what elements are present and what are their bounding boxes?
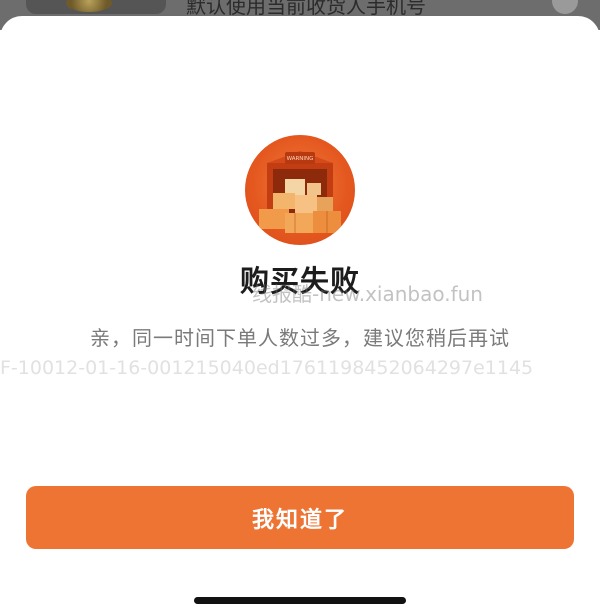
confirm-button[interactable]: 我知道了 — [26, 486, 574, 549]
watermark: 线报酷-new.xianbao.fun — [252, 282, 483, 306]
dialog-message: 亲，同一时间下单人数过多，建议您稍后再试 — [90, 326, 510, 350]
warehouse-illustration-icon: WARNING — [245, 135, 355, 245]
background-radio-icon — [552, 0, 578, 14]
food-image — [66, 0, 112, 12]
screen: 默认使用当前收货人手机号 WARNING 购买失败 线报酷-new.xianba… — [0, 0, 600, 616]
warning-sign-text: WARNING — [287, 156, 314, 162]
home-indicator — [194, 597, 406, 604]
product-thumbnail — [26, 0, 166, 14]
error-trace-id: F-10012-01-16-001215040ed176119845206429… — [0, 357, 534, 379]
